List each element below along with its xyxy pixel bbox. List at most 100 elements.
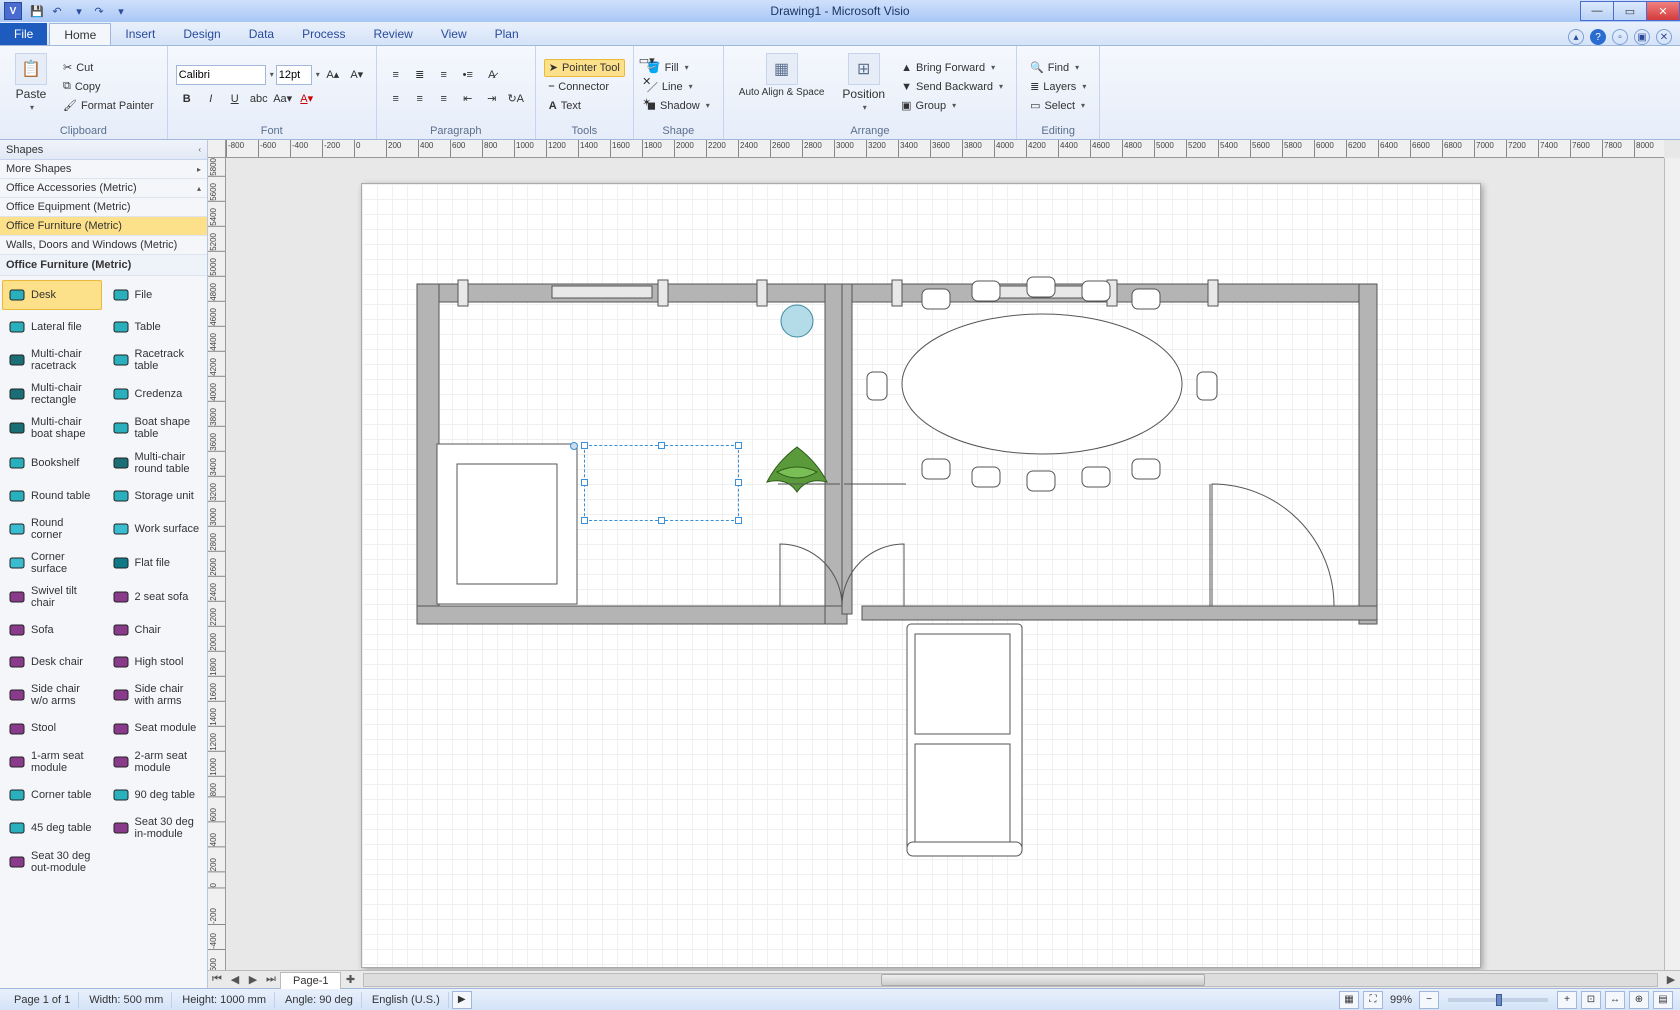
stencil-row[interactable]: Office Accessories (Metric)▴ — [0, 179, 207, 198]
align-bottom-icon[interactable]: ≡ — [433, 65, 455, 85]
underline-button[interactable]: U — [224, 89, 246, 109]
align-right-icon[interactable]: ≡ — [433, 89, 455, 109]
align-top-icon[interactable]: ≡ — [385, 65, 407, 85]
canvas[interactable] — [226, 158, 1664, 970]
maximize-button[interactable]: ▭ — [1613, 1, 1647, 21]
italic-button[interactable]: I — [200, 89, 222, 109]
shape-item[interactable]: Storage unit — [106, 481, 206, 511]
decrease-indent-icon[interactable]: ⇤ — [457, 89, 479, 109]
horizontal-scrollbar[interactable] — [363, 973, 1658, 987]
pan-zoom-icon[interactable]: ⊕ — [1629, 991, 1649, 1009]
resize-handle[interactable] — [658, 442, 665, 449]
zoom-out-icon[interactable]: − — [1419, 991, 1439, 1009]
shape-item[interactable]: File — [106, 280, 206, 310]
resize-handle[interactable] — [735, 479, 742, 486]
shape-item[interactable]: Multi-chair boat shape — [2, 412, 102, 444]
last-page-icon[interactable]: ⏭ — [262, 972, 280, 988]
zoom-level[interactable]: 99% — [1390, 994, 1412, 1006]
connector-tool-button[interactable]: ⎯ Connector — [544, 78, 625, 96]
page-tab[interactable]: Page-1 — [280, 972, 341, 989]
stencil-row[interactable]: Office Equipment (Metric) — [0, 198, 207, 217]
help-icon[interactable]: ? — [1590, 29, 1606, 45]
shape-item[interactable]: Lateral file — [2, 312, 102, 342]
rectangle-tool-icon[interactable]: ▭▾ — [636, 50, 658, 70]
shape-item[interactable]: Chair — [106, 615, 206, 645]
tab-plan[interactable]: Plan — [481, 23, 533, 45]
strike-button[interactable]: abc — [248, 89, 270, 109]
vertical-scrollbar[interactable] — [1664, 158, 1680, 970]
redo-icon[interactable]: ↷ — [90, 2, 108, 20]
shape-item[interactable]: Work surface — [106, 513, 206, 545]
connection-point-icon[interactable]: ✶ — [636, 92, 658, 112]
shape-item[interactable]: 90 deg table — [106, 780, 206, 810]
selection-box[interactable] — [584, 445, 739, 521]
save-icon[interactable]: 💾 — [28, 2, 46, 20]
shape-item[interactable]: Racetrack table — [106, 344, 206, 376]
shape-item[interactable]: Sofa — [2, 615, 102, 645]
shape-item[interactable]: Multi-chair rectangle — [2, 378, 102, 410]
close-button[interactable]: ✕ — [1646, 1, 1680, 21]
full-screen-icon[interactable]: ⛶ — [1363, 991, 1383, 1009]
tab-home[interactable]: Home — [49, 23, 111, 45]
more-shapes-button[interactable]: More Shapes▸ — [0, 160, 207, 179]
shape-item[interactable]: Boat shape table — [106, 412, 206, 444]
minimize-button[interactable]: — — [1580, 1, 1614, 21]
first-page-icon[interactable]: ⏮ — [208, 972, 226, 988]
shape-item[interactable]: Credenza — [106, 378, 206, 410]
shape-item[interactable]: 45 deg table — [2, 812, 102, 844]
align-left-icon[interactable]: ≡ — [385, 89, 407, 109]
clear-format-icon[interactable]: A̷ — [481, 65, 503, 85]
cut-button[interactable]: ✂ Cut — [58, 59, 159, 77]
shape-item[interactable]: Multi-chair racetrack — [2, 344, 102, 376]
delete-tool-icon[interactable]: ✕ — [636, 71, 658, 91]
shape-item[interactable]: 2-arm seat module — [106, 746, 206, 778]
shape-item[interactable]: 1-arm seat module — [2, 746, 102, 778]
shape-item[interactable]: High stool — [106, 647, 206, 677]
macro-record-icon[interactable]: ▶ — [452, 991, 472, 1009]
stencil-row[interactable]: Office Furniture (Metric) — [0, 217, 207, 236]
resize-handle[interactable] — [735, 442, 742, 449]
font-name-input[interactable] — [176, 65, 266, 85]
paste-button[interactable]: 📋 Paste ▾ — [8, 50, 54, 123]
rotate-text-icon[interactable]: ↻A — [505, 89, 527, 109]
pointer-tool-button[interactable]: ➤ Pointer Tool — [544, 59, 625, 77]
file-tab[interactable]: File — [0, 23, 47, 45]
zoom-thumb[interactable] — [1496, 994, 1502, 1006]
vertical-ruler[interactable]: 5800560054005200500048004600440042004000… — [208, 158, 226, 970]
shrink-font-icon[interactable]: A▾ — [346, 65, 368, 85]
position-button[interactable]: ⊞ Position▾ — [835, 50, 892, 123]
shape-item[interactable]: Seat 30 deg in-module — [106, 812, 206, 844]
language-info[interactable]: English (U.S.) — [364, 992, 449, 1008]
shape-item[interactable]: Round table — [2, 481, 102, 511]
shape-item[interactable]: Seat 30 deg out-module — [2, 846, 102, 878]
shapes-collapse-icon[interactable]: ‹ — [198, 145, 201, 154]
font-color-button[interactable]: A▾ — [296, 89, 318, 109]
copy-button[interactable]: ⧉ Copy — [58, 78, 159, 96]
group-button[interactable]: ▣ Group▾ — [896, 97, 1008, 115]
font-size-input[interactable] — [276, 65, 312, 85]
prev-page-icon[interactable]: ◀ — [226, 972, 244, 988]
send-backward-button[interactable]: ▼ Send Backward▾ — [896, 78, 1008, 96]
window-child-close-icon[interactable]: ✕ — [1656, 29, 1672, 45]
tab-process[interactable]: Process — [288, 23, 359, 45]
zoom-in-icon[interactable]: + — [1557, 991, 1577, 1009]
window-child-max-icon[interactable]: ▣ — [1634, 29, 1650, 45]
align-center-icon[interactable]: ≡ — [409, 89, 431, 109]
qat-customize[interactable]: ▾ — [112, 2, 130, 20]
bold-button[interactable]: B — [176, 89, 198, 109]
autoalign-button[interactable]: ▦ Auto Align & Space — [732, 50, 832, 123]
shape-item[interactable]: Stool — [2, 714, 102, 744]
resize-handle[interactable] — [581, 442, 588, 449]
case-button[interactable]: Aa▾ — [272, 89, 294, 109]
select-button[interactable]: ▭ Select▾ — [1025, 97, 1091, 115]
shape-item[interactable]: Desk chair — [2, 647, 102, 677]
shape-item[interactable]: Swivel tilt chair — [2, 581, 102, 613]
shape-item[interactable]: Corner table — [2, 780, 102, 810]
shape-item[interactable]: Table — [106, 312, 206, 342]
minimize-ribbon-icon[interactable]: ▴ — [1568, 29, 1584, 45]
rotation-handle-icon[interactable] — [570, 442, 578, 450]
tab-view[interactable]: View — [427, 23, 481, 45]
layers-button[interactable]: ≣ Layers▾ — [1025, 78, 1091, 96]
drawing-page[interactable] — [361, 183, 1481, 968]
presentation-mode-icon[interactable]: ▦ — [1339, 991, 1359, 1009]
